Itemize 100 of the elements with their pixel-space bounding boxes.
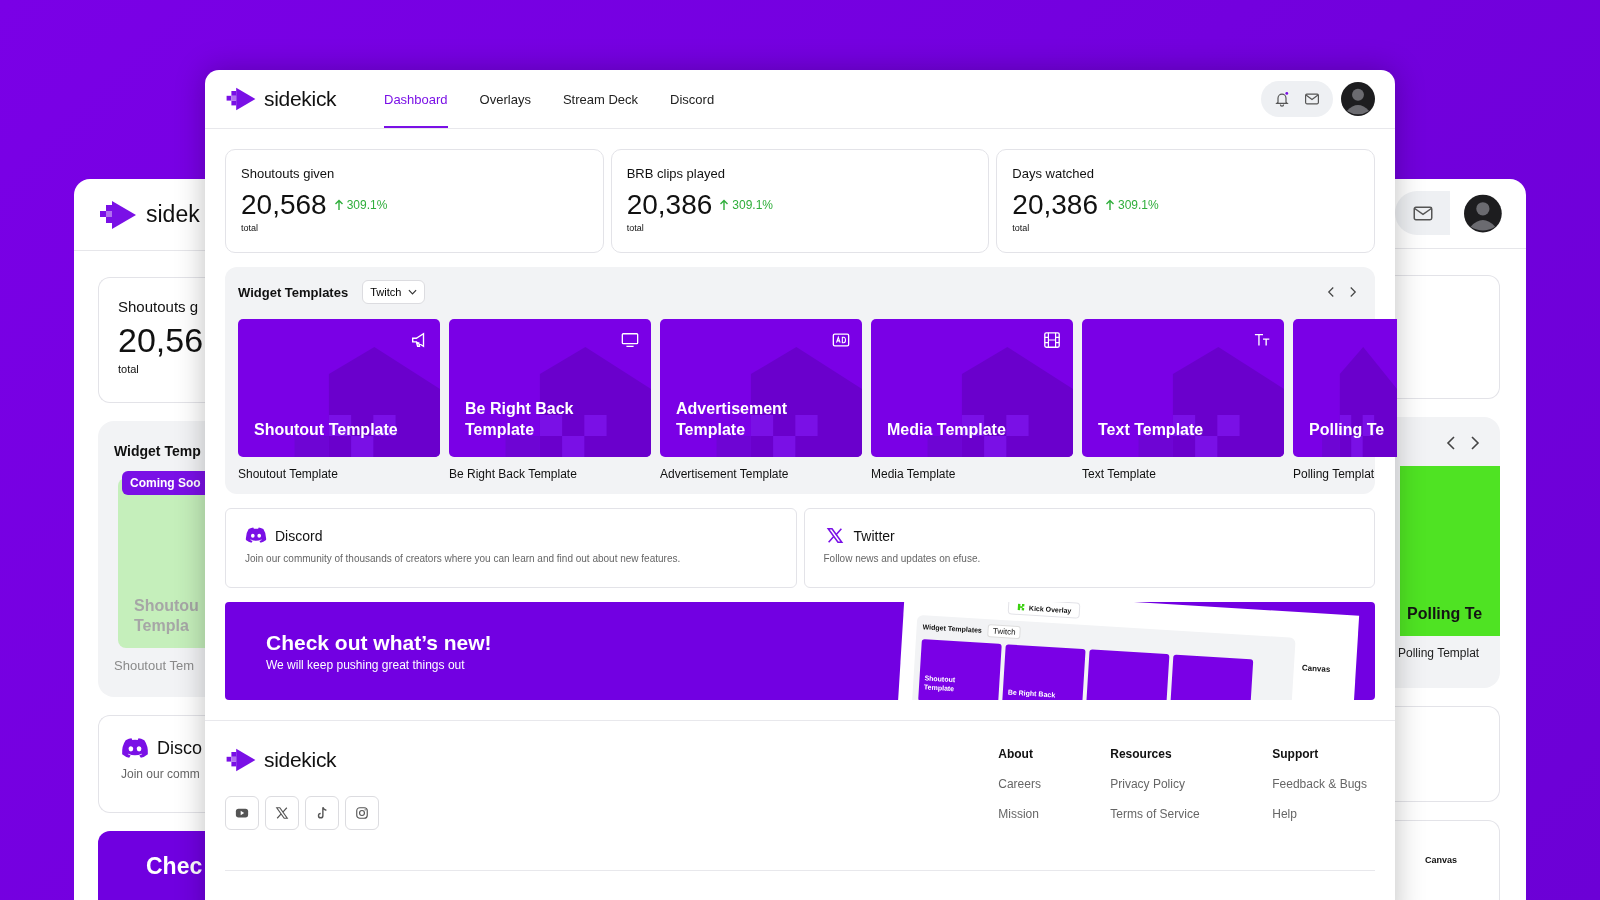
monitor-icon [621, 331, 639, 349]
arrow-up-icon [333, 199, 344, 211]
stat-unit: total [118, 363, 139, 375]
footer-link[interactable]: Terms of Service [1110, 807, 1200, 821]
film-icon [1043, 331, 1061, 349]
banner-subtitle: We will keep pushing great things out [266, 657, 465, 672]
arrow-up-icon [719, 199, 730, 211]
logo-icon [98, 198, 138, 231]
card-title: Shoutout Template [254, 420, 398, 441]
coming-soon-badge: Coming Soo [122, 471, 205, 495]
panel-title: Canvas [1301, 663, 1331, 675]
link-card[interactable]: Twitter Follow news and updates on efuse. [803, 508, 1375, 588]
social-button[interactable] [225, 796, 259, 830]
card-description: Join our community of thousands of creators where you can learn and find out about new features. [245, 553, 681, 564]
template-card[interactable]: Polling Te [1293, 319, 1397, 457]
card-title: Media Template [887, 420, 1006, 441]
discord-icon [121, 738, 149, 759]
stat-label: Days watched [1012, 166, 1094, 181]
card-label: Shoutout Template [238, 467, 338, 481]
stat-label: Shoutouts g [118, 298, 199, 315]
card-label: Be Right Back Template [449, 467, 577, 481]
nav-tab[interactable]: Discord [670, 70, 715, 128]
discord-description: Join our comm [121, 767, 200, 781]
discord-title: Disco [157, 738, 202, 759]
card-title: Twitter [853, 527, 895, 544]
stat-value: 20,386 [1012, 189, 1098, 221]
platform-dropdown[interactable]: Twitch [362, 280, 426, 304]
card-title: Text Template [1098, 420, 1204, 441]
stat-value: 20,386 [626, 189, 713, 221]
card-title: Shoutou [134, 596, 199, 616]
card-title: Polling Te [1309, 420, 1385, 441]
avatar[interactable] [1464, 192, 1502, 234]
bell-icon[interactable] [1274, 91, 1291, 107]
card-label: Advertisement Template [660, 467, 789, 481]
discord-icon [245, 527, 267, 544]
kick-logo-icon [1016, 602, 1026, 612]
nav-tab[interactable]: Overlays [479, 70, 531, 128]
footer-link[interactable]: Careers [998, 777, 1041, 791]
card-label: Polling Templat [1293, 467, 1375, 481]
card-title: Polling Te [1407, 603, 1483, 624]
stat-change: 309.1% [346, 198, 388, 212]
stat-label: BRB clips played [626, 166, 725, 181]
card-title: Discord [275, 527, 323, 544]
instagram-icon [355, 806, 369, 820]
card-label: Shoutout Tem [114, 658, 194, 673]
card-label: Text Template [1082, 467, 1156, 481]
template-card[interactable]: Text Template [1082, 319, 1284, 457]
ad-icon [832, 331, 850, 349]
stat-unit: total [626, 223, 644, 233]
caret-icon [408, 289, 418, 295]
mail-icon[interactable] [1412, 205, 1433, 221]
stat-value: 20,568 [241, 189, 327, 221]
brand-name: sidekick [264, 748, 337, 772]
arrow-up-icon [1104, 199, 1115, 211]
section-title: Widget Temp [114, 443, 201, 459]
banner-title: Chec [146, 853, 203, 880]
card-label: Media Template [871, 467, 956, 481]
social-button[interactable] [305, 796, 339, 830]
template-card[interactable]: Polling Te [1400, 465, 1500, 636]
brand-name: sidekick [264, 87, 337, 111]
footer-heading: Support [1272, 747, 1319, 761]
footer-heading: About [998, 747, 1033, 761]
logo-icon [225, 747, 257, 773]
social-button[interactable] [345, 796, 379, 830]
banner-title: Check out what’s new! [266, 630, 492, 655]
footer-heading: Resources [1110, 747, 1172, 761]
footer-link[interactable]: Mission [998, 807, 1039, 821]
previous-icon[interactable] [1446, 434, 1456, 451]
mail-icon[interactable] [1303, 91, 1320, 107]
card-title: Templa [134, 616, 189, 636]
tiktok-icon [315, 806, 329, 820]
nav-tab[interactable]: Stream Deck [562, 70, 639, 128]
previous-icon[interactable] [1327, 286, 1335, 298]
stat-change: 309.1% [1117, 198, 1159, 212]
template-card[interactable]: Media Template [871, 319, 1073, 457]
card-description: Follow news and updates on efuse. [823, 553, 981, 564]
footer-link[interactable]: Feedback & Bugs [1272, 777, 1367, 791]
card-label: Polling Templat [1398, 645, 1480, 660]
stat-value: 20,56 [118, 321, 204, 360]
youtube-icon [235, 806, 249, 820]
card-title: Advertisement Template [676, 399, 789, 441]
x-logo-icon [275, 806, 289, 820]
avatar[interactable] [1341, 82, 1375, 116]
next-icon[interactable] [1470, 434, 1480, 451]
stat-unit: total [1012, 223, 1030, 233]
next-icon[interactable] [1349, 286, 1357, 298]
link-card[interactable]: Discord Join our community of thousands of creators where you can learn and find out about new features. [225, 508, 797, 588]
nav-tab[interactable]: Dashboard [384, 70, 448, 128]
footer-link[interactable]: Privacy Policy [1110, 777, 1185, 791]
social-button[interactable] [265, 796, 299, 830]
brand-name: sidek [146, 201, 200, 228]
section-title: Widget Templates [238, 284, 349, 300]
template-card[interactable]: Advertisement Template [660, 319, 862, 457]
stat-change: 309.1% [732, 198, 773, 212]
preview-title: Canvas [1425, 855, 1458, 866]
stat-label: Shoutouts given [241, 166, 335, 181]
template-card[interactable]: Shoutout Template [238, 319, 440, 457]
template-card[interactable]: Be Right Back Template [449, 319, 651, 457]
footer-link[interactable]: Help [1272, 807, 1297, 821]
logo-icon [225, 86, 257, 112]
